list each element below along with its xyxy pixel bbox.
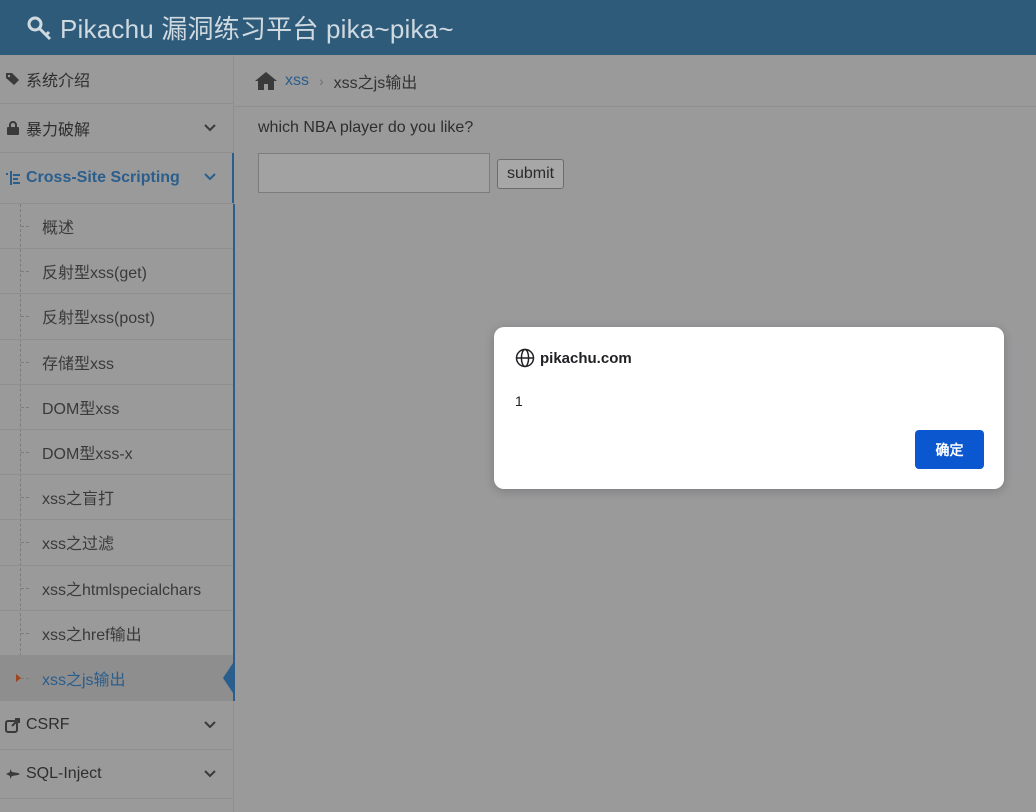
breadcrumb: xss › xss之js输出 bbox=[234, 55, 1036, 107]
submit-button[interactable]: submit bbox=[497, 159, 564, 189]
lock-icon bbox=[7, 121, 19, 135]
submenu-item-label: xss之js输出 bbox=[42, 671, 126, 689]
dialog-origin: pikachu.com bbox=[515, 348, 632, 368]
sidebar-item-xss[interactable]: Cross-Site Scripting bbox=[0, 153, 234, 204]
caret-right-icon bbox=[16, 673, 21, 682]
ok-button[interactable]: 确定 bbox=[915, 430, 984, 469]
sidebar-item-label: 系统介绍 bbox=[26, 73, 91, 90]
submenu-item-dom-x[interactable]: DOM型xss-x bbox=[0, 430, 233, 476]
tags-icon bbox=[6, 73, 19, 85]
alert-dialog: pikachu.com 1 确定 bbox=[494, 327, 1004, 489]
submenu-item-reflected-post[interactable]: 反射型xss(post) bbox=[0, 294, 233, 340]
xss-submenu: 概述 反射型xss(get) 反射型xss(post) 存储型xss DOM型x… bbox=[0, 204, 235, 702]
globe-icon bbox=[515, 348, 535, 368]
brand-title[interactable]: Pikachu 漏洞练习平台 pika~pika~ bbox=[60, 9, 454, 46]
breadcrumb-link-xss[interactable]: xss bbox=[285, 72, 309, 90]
sidebar-item-label: Cross-Site Scripting bbox=[26, 169, 180, 186]
submenu-item-overview[interactable]: 概述 bbox=[0, 204, 233, 250]
chevron-down-icon bbox=[204, 124, 216, 132]
submenu-item-js-output[interactable]: xss之js输出 bbox=[0, 655, 235, 702]
chevron-down-icon bbox=[204, 770, 216, 778]
submenu-item-href-output[interactable]: xss之href输出 bbox=[0, 611, 233, 656]
sidebar-item-intro[interactable]: 系统介绍 bbox=[0, 55, 233, 104]
submenu-item-reflected-get[interactable]: 反射型xss(get) bbox=[0, 249, 233, 295]
submenu-item-htmlspecialchars[interactable]: xss之htmlspecialchars bbox=[0, 566, 233, 611]
sidebar-item-label: SQL-Inject bbox=[26, 765, 102, 783]
submenu-item-dom[interactable]: DOM型xss bbox=[0, 385, 233, 430]
sidebar-item-sql-inject[interactable]: SQL-Inject bbox=[0, 750, 233, 800]
sidebar-item-label: CSRF bbox=[26, 716, 70, 734]
chevron-down-icon bbox=[204, 173, 216, 181]
home-icon bbox=[255, 71, 277, 90]
dialog-origin-text: pikachu.com bbox=[540, 349, 632, 367]
share-square-icon bbox=[5, 718, 20, 734]
submenu-item-blind[interactable]: xss之盲打 bbox=[0, 475, 233, 521]
breadcrumb-separator-icon: › bbox=[319, 72, 324, 89]
sidebar-item-bruteforce[interactable]: 暴力破解 bbox=[0, 104, 233, 153]
tree-icon bbox=[6, 171, 20, 185]
sidebar-item-label: 暴力破解 bbox=[26, 122, 91, 139]
submenu-item-filter[interactable]: xss之过滤 bbox=[0, 520, 233, 566]
question-label: which NBA player do you like? bbox=[258, 119, 474, 136]
sidebar: 系统介绍 暴力破解 Cross-Site Scripting 概述 反射型xss… bbox=[0, 55, 235, 812]
player-input[interactable] bbox=[258, 153, 490, 193]
submenu-item-stored[interactable]: 存储型xss bbox=[0, 340, 233, 385]
sidebar-item-csrf[interactable]: CSRF bbox=[0, 701, 233, 751]
breadcrumb-current: xss之js输出 bbox=[333, 74, 418, 92]
dialog-message: 1 bbox=[515, 393, 523, 409]
top-header: Pikachu 漏洞练习平台 pika~pika~ bbox=[0, 0, 1036, 55]
chevron-down-icon bbox=[204, 721, 216, 729]
key-icon bbox=[27, 16, 52, 40]
fighter-jet-icon bbox=[6, 769, 20, 780]
